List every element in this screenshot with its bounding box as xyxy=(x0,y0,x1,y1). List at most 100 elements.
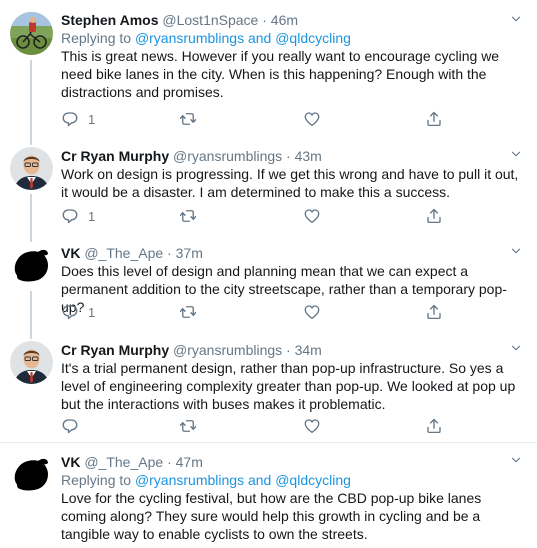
like-button[interactable] xyxy=(303,206,321,226)
display-name[interactable]: Stephen Amos xyxy=(61,12,159,28)
user-handle[interactable]: @ryansrumblings xyxy=(173,342,282,358)
thread-line xyxy=(30,331,32,339)
retweet-icon xyxy=(179,110,197,128)
retweet-icon xyxy=(179,417,197,435)
reply-button[interactable]: 1 xyxy=(61,109,95,129)
tweet-text: This is great news. However if you reall… xyxy=(61,48,500,100)
share-button[interactable] xyxy=(425,206,443,226)
replying-to: Replying to @ryansrumblings and @qldcycl… xyxy=(61,29,523,47)
tweet-header: VK @_The_Ape · 47m xyxy=(61,453,523,471)
reply-button[interactable]: 1 xyxy=(61,206,95,226)
mention-link[interactable]: @ryansrumblings xyxy=(135,30,244,46)
tweet-header: Cr Ryan Murphy @ryansrumblings · 34m xyxy=(61,341,523,359)
separator-dot: · xyxy=(167,245,172,261)
retweet-button[interactable] xyxy=(179,302,197,322)
avatar-ryan-murphy[interactable] xyxy=(10,341,53,384)
reply-count: 1 xyxy=(88,304,96,320)
avatar-vk[interactable] xyxy=(10,453,53,496)
reply-icon xyxy=(61,207,79,225)
man-in-suit-photo-icon xyxy=(10,341,53,384)
reply-button[interactable] xyxy=(61,416,88,436)
timestamp[interactable]: 34m xyxy=(295,342,322,358)
chevron-down-icon[interactable] xyxy=(509,244,523,258)
display-name[interactable]: VK xyxy=(61,245,80,261)
like-icon xyxy=(303,417,321,435)
tweet-ryan-murphy-2[interactable]: Cr Ryan Murphy @ryansrumblings · 34m It'… xyxy=(0,331,537,443)
tweet-vk-2[interactable]: VK @_The_Ape · 47m Replying to @ryansrum… xyxy=(0,443,537,548)
share-icon xyxy=(425,417,443,435)
mention-and[interactable]: and xyxy=(248,472,271,488)
separator-dot: · xyxy=(167,454,172,470)
like-button[interactable] xyxy=(303,109,321,129)
thread-line xyxy=(30,291,32,331)
reply-icon xyxy=(61,110,79,128)
share-button[interactable] xyxy=(425,416,443,436)
replying-to: Replying to @ryansrumblings and @qldcycl… xyxy=(61,471,523,489)
user-handle[interactable]: @ryansrumblings xyxy=(173,148,282,164)
display-name[interactable]: Cr Ryan Murphy xyxy=(61,148,169,164)
tweet-header: Stephen Amos @Lost1nSpace · 46m xyxy=(61,11,523,29)
like-icon xyxy=(303,207,321,225)
replying-to-label: Replying to xyxy=(61,30,132,46)
black-blob-avatar-icon xyxy=(14,458,48,491)
reply-button[interactable]: 1 xyxy=(61,302,95,322)
timestamp[interactable]: 43m xyxy=(295,148,322,164)
retweet-button[interactable] xyxy=(179,206,197,226)
man-in-suit-photo-icon xyxy=(10,147,53,190)
thread-line xyxy=(30,137,32,145)
share-button[interactable] xyxy=(425,109,443,129)
thread-line xyxy=(30,234,32,242)
tweet-header: Cr Ryan Murphy @ryansrumblings · 43m xyxy=(61,147,523,165)
tweet-stephen-amos[interactable]: Stephen Amos @Lost1nSpace · 46m Replying… xyxy=(0,0,537,137)
tweet-text: Love for the cycling festival, but how a… xyxy=(61,490,482,542)
share-icon xyxy=(425,207,443,225)
display-name[interactable]: VK xyxy=(61,454,80,470)
chevron-down-icon[interactable] xyxy=(509,147,523,161)
reply-icon xyxy=(61,417,79,435)
timestamp[interactable]: 37m xyxy=(176,245,203,261)
chevron-down-icon[interactable] xyxy=(509,12,523,26)
black-blob-avatar-icon xyxy=(14,249,48,282)
tweet-ryan-murphy[interactable]: Cr Ryan Murphy @ryansrumblings · 43m Wor… xyxy=(0,137,537,234)
share-icon xyxy=(425,303,443,321)
user-handle[interactable]: @_The_Ape xyxy=(84,245,163,261)
separator-dot: · xyxy=(286,148,291,164)
retweet-icon xyxy=(179,303,197,321)
mention-and[interactable]: and xyxy=(248,30,271,46)
tweet-text: Work on design is progressing. If we get… xyxy=(61,166,519,200)
like-button[interactable] xyxy=(303,416,321,436)
tweet-header: VK @_The_Ape · 37m xyxy=(61,244,523,262)
user-handle[interactable]: @Lost1nSpace xyxy=(162,12,258,28)
reply-count: 1 xyxy=(88,208,96,224)
reply-count: 1 xyxy=(88,111,96,127)
retweet-button[interactable] xyxy=(179,109,197,129)
avatar-ryan-murphy[interactable] xyxy=(10,147,53,190)
display-name[interactable]: Cr Ryan Murphy xyxy=(61,342,169,358)
mention-link[interactable]: @ryansrumblings xyxy=(135,472,244,488)
cyclist-photo-icon xyxy=(10,12,53,55)
separator-dot: · xyxy=(286,342,291,358)
tweet-vk[interactable]: VK @_The_Ape · 37m Does this level of de… xyxy=(0,234,537,331)
share-button[interactable] xyxy=(425,302,443,322)
reply-thread: Stephen Amos @Lost1nSpace · 46m Replying… xyxy=(0,0,537,548)
mention-link[interactable]: @qldcycling xyxy=(275,30,351,46)
like-button[interactable] xyxy=(303,302,321,322)
like-icon xyxy=(303,303,321,321)
replying-to-label: Replying to xyxy=(61,472,132,488)
tweet-text: It's a trial permanent design, rather th… xyxy=(61,360,516,412)
retweet-button[interactable] xyxy=(179,416,197,436)
chevron-down-icon[interactable] xyxy=(509,341,523,355)
timestamp[interactable]: 47m xyxy=(176,454,203,470)
like-icon xyxy=(303,110,321,128)
timestamp[interactable]: 46m xyxy=(271,12,298,28)
separator-dot: · xyxy=(262,12,267,28)
thread-line xyxy=(30,194,32,234)
avatar-stephen-amos[interactable] xyxy=(10,12,53,55)
share-icon xyxy=(425,110,443,128)
avatar-vk[interactable] xyxy=(10,244,53,287)
mention-link[interactable]: @qldcycling xyxy=(275,472,351,488)
retweet-icon xyxy=(179,207,197,225)
thread-line xyxy=(30,60,32,137)
chevron-down-icon[interactable] xyxy=(509,453,523,467)
user-handle[interactable]: @_The_Ape xyxy=(84,454,163,470)
